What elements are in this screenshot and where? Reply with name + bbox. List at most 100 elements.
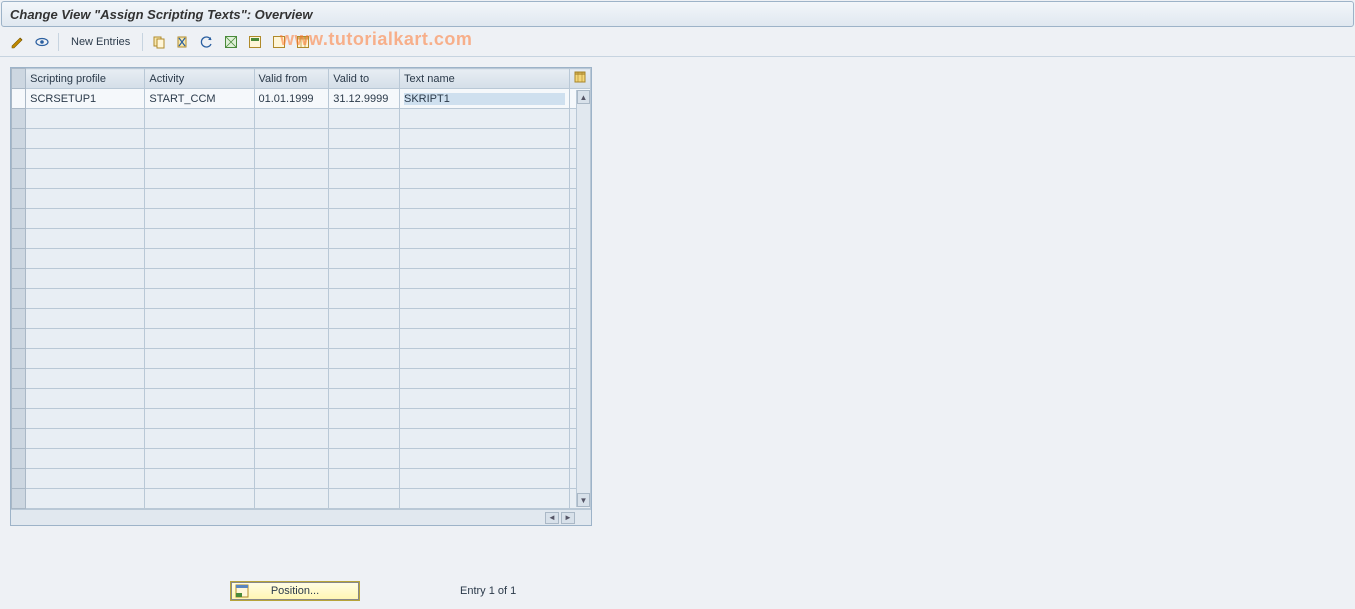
- cell-input[interactable]: [333, 153, 395, 165]
- cell-input[interactable]: [259, 113, 325, 125]
- cell-input[interactable]: [333, 253, 395, 265]
- row-selector[interactable]: [12, 469, 26, 489]
- row-selector[interactable]: [12, 189, 26, 209]
- scroll-left-icon[interactable]: ◄: [545, 512, 559, 524]
- cell-input[interactable]: [259, 413, 325, 425]
- cell-scripting-profile[interactable]: [26, 469, 145, 489]
- cell-input[interactable]: [404, 373, 565, 385]
- cell-text-name[interactable]: [399, 489, 569, 509]
- cell-scripting-profile[interactable]: [26, 89, 145, 109]
- row-selector[interactable]: [12, 169, 26, 189]
- cell-activity[interactable]: [145, 169, 254, 189]
- cell-input[interactable]: [259, 193, 325, 205]
- cell-valid-from[interactable]: [254, 109, 329, 129]
- cell-activity[interactable]: [145, 449, 254, 469]
- cell-input[interactable]: [333, 213, 395, 225]
- cell-input[interactable]: [333, 433, 395, 445]
- cell-input[interactable]: [149, 373, 249, 385]
- cell-valid-to[interactable]: [329, 489, 400, 509]
- cell-valid-to[interactable]: [329, 229, 400, 249]
- cell-valid-from[interactable]: [254, 209, 329, 229]
- row-selector[interactable]: [12, 329, 26, 349]
- cell-input[interactable]: [30, 93, 140, 105]
- cell-scripting-profile[interactable]: [26, 369, 145, 389]
- cell-valid-to[interactable]: [329, 349, 400, 369]
- cell-scripting-profile[interactable]: [26, 289, 145, 309]
- cell-valid-to[interactable]: [329, 209, 400, 229]
- cell-text-name[interactable]: [399, 149, 569, 169]
- scroll-up-icon[interactable]: ▲: [577, 90, 590, 104]
- cell-input[interactable]: [259, 213, 325, 225]
- cell-input[interactable]: [404, 413, 565, 425]
- row-selector[interactable]: [12, 389, 26, 409]
- cell-text-name[interactable]: [399, 189, 569, 209]
- cell-text-name[interactable]: [399, 169, 569, 189]
- cell-activity[interactable]: [145, 489, 254, 509]
- cell-input[interactable]: [404, 433, 565, 445]
- cell-valid-to[interactable]: [329, 309, 400, 329]
- cell-valid-to[interactable]: [329, 369, 400, 389]
- cell-input[interactable]: [404, 193, 565, 205]
- cell-valid-from[interactable]: [254, 349, 329, 369]
- cell-input[interactable]: [333, 373, 395, 385]
- position-button[interactable]: Position...: [230, 581, 360, 601]
- cell-activity[interactable]: [145, 349, 254, 369]
- cell-valid-from[interactable]: [254, 229, 329, 249]
- cell-valid-to[interactable]: [329, 109, 400, 129]
- cell-input[interactable]: [30, 193, 140, 205]
- cell-valid-from[interactable]: [254, 409, 329, 429]
- cell-input[interactable]: [259, 233, 325, 245]
- col-valid-to[interactable]: Valid to: [329, 69, 400, 89]
- cell-input[interactable]: [30, 473, 140, 485]
- cell-activity[interactable]: [145, 89, 254, 109]
- cell-text-name[interactable]: [399, 349, 569, 369]
- cell-input[interactable]: [404, 233, 565, 245]
- cell-valid-to[interactable]: [329, 449, 400, 469]
- cell-activity[interactable]: [145, 129, 254, 149]
- cell-input[interactable]: [149, 233, 249, 245]
- cell-input[interactable]: [149, 173, 249, 185]
- cell-input[interactable]: [259, 353, 325, 365]
- cell-input[interactable]: [149, 153, 249, 165]
- cell-valid-to[interactable]: [329, 149, 400, 169]
- cell-text-name[interactable]: [399, 129, 569, 149]
- cell-input[interactable]: [333, 353, 395, 365]
- cell-input[interactable]: [30, 333, 140, 345]
- cell-text-name[interactable]: [399, 369, 569, 389]
- cell-scripting-profile[interactable]: [26, 449, 145, 469]
- cell-valid-from[interactable]: [254, 189, 329, 209]
- cell-activity[interactable]: [145, 309, 254, 329]
- cell-activity[interactable]: [145, 189, 254, 209]
- cell-input[interactable]: [149, 213, 249, 225]
- cell-text-name[interactable]: [399, 389, 569, 409]
- cell-input[interactable]: [333, 413, 395, 425]
- cell-activity[interactable]: [145, 469, 254, 489]
- cell-input[interactable]: [149, 273, 249, 285]
- cell-valid-to[interactable]: [329, 289, 400, 309]
- row-selector[interactable]: [12, 409, 26, 429]
- cell-input[interactable]: [404, 333, 565, 345]
- cell-valid-to[interactable]: [329, 189, 400, 209]
- scroll-down-icon[interactable]: ▼: [577, 493, 590, 507]
- row-selector[interactable]: [12, 229, 26, 249]
- cell-input[interactable]: [30, 153, 140, 165]
- cell-scripting-profile[interactable]: [26, 209, 145, 229]
- cell-valid-from[interactable]: [254, 249, 329, 269]
- cell-input[interactable]: [30, 413, 140, 425]
- cell-input[interactable]: [149, 133, 249, 145]
- row-selector[interactable]: [12, 249, 26, 269]
- cell-text-name[interactable]: [399, 309, 569, 329]
- cell-input[interactable]: [404, 273, 565, 285]
- cell-text-name[interactable]: [399, 329, 569, 349]
- cell-text-name[interactable]: [399, 469, 569, 489]
- cell-input[interactable]: [30, 493, 140, 505]
- cell-input[interactable]: [149, 433, 249, 445]
- table-config-icon[interactable]: [569, 69, 590, 89]
- cell-input[interactable]: [333, 393, 395, 405]
- cell-activity[interactable]: [145, 109, 254, 129]
- cell-valid-from[interactable]: [254, 269, 329, 289]
- cell-input[interactable]: [149, 113, 249, 125]
- cell-input[interactable]: [333, 133, 395, 145]
- cell-activity[interactable]: [145, 389, 254, 409]
- cell-valid-from[interactable]: [254, 429, 329, 449]
